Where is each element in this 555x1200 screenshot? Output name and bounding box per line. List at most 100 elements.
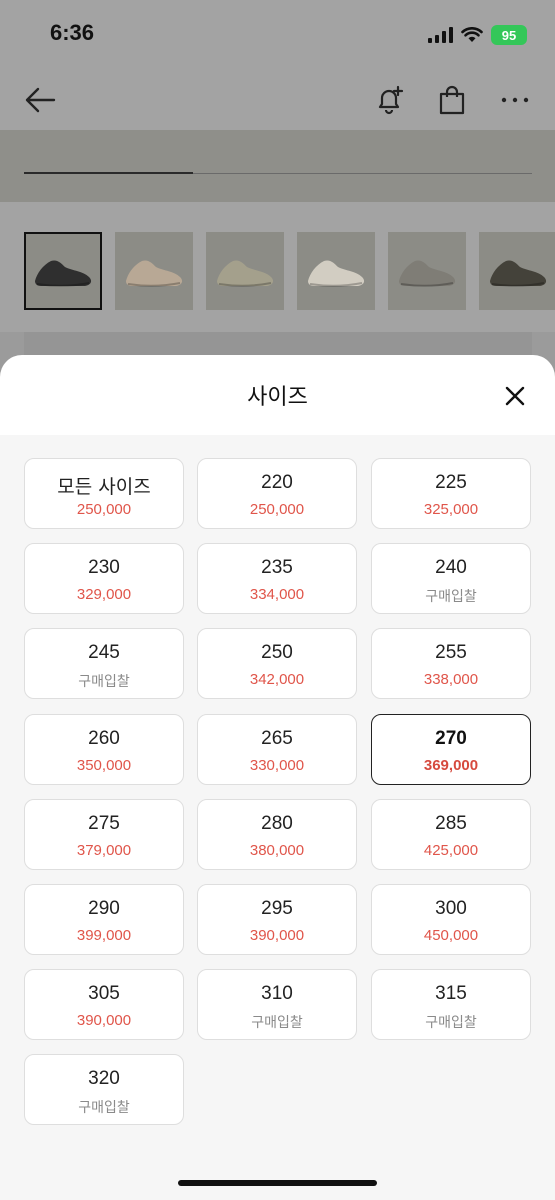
- size-label: 235: [261, 557, 293, 579]
- size-label: 315: [435, 983, 467, 1005]
- sheet-header: 사이즈: [0, 355, 555, 435]
- sheet-title: 사이즈: [247, 385, 308, 410]
- bid-status-label: 구매입찰: [251, 1015, 303, 1032]
- battery-indicator: 95: [491, 25, 527, 45]
- size-price: 390,000: [76, 1012, 132, 1030]
- size-grid: 모든 사이즈 250,000 220 250,000 225 325,000 230 329,…: [0, 435, 555, 1200]
- size-price: 250,000: [76, 501, 132, 518]
- size-price: 329,000: [76, 586, 132, 604]
- size-option[interactable]: 265 330,000: [197, 713, 357, 785]
- size-price: 369,000: [423, 756, 479, 774]
- size-price: 334,000: [249, 586, 305, 604]
- size-price: 399,000: [76, 927, 132, 944]
- size-option[interactable]: 285 425,000: [371, 798, 531, 870]
- size-label: 275: [88, 812, 120, 834]
- sneaker-icon: [490, 260, 547, 287]
- size-price: 250,000: [249, 501, 305, 518]
- size-option[interactable]: 275 379,000: [24, 798, 184, 870]
- product-image-area: [0, 130, 555, 202]
- size-label: 285: [435, 812, 467, 834]
- back-button[interactable]: [20, 80, 60, 120]
- size-price: 338,000: [423, 671, 479, 689]
- product-thumbnail[interactable]: [206, 232, 284, 310]
- navigation-bar: [0, 72, 555, 130]
- size-option[interactable]: 295 390,000: [197, 884, 357, 955]
- size-label: 305: [88, 983, 120, 1005]
- more-options-button[interactable]: [495, 80, 535, 120]
- size-option[interactable]: 255 338,000: [371, 628, 531, 700]
- product-thumbnail[interactable]: [388, 232, 466, 310]
- size-price: 350,000: [76, 756, 132, 774]
- product-thumbnail[interactable]: [297, 232, 375, 310]
- size-option[interactable]: 250 342,000: [197, 628, 357, 700]
- home-indicator: [178, 1180, 377, 1186]
- size-price: 390,000: [249, 927, 305, 944]
- shopping-bag-icon: [439, 85, 465, 115]
- sneaker-icon: [217, 260, 274, 287]
- size-option[interactable]: 220 250,000: [197, 458, 357, 529]
- sneaker-icon: [35, 260, 92, 287]
- size-option[interactable]: 245 구매입찰: [24, 628, 184, 700]
- size-option[interactable]: 260 350,000: [24, 713, 184, 785]
- sneaker-icon: [308, 260, 365, 287]
- bell-plus-icon: [378, 85, 404, 115]
- size-label: 310: [261, 983, 293, 1005]
- wifi-icon: [461, 27, 483, 42]
- size-label: 240: [435, 557, 467, 579]
- image-progress-fill: [24, 172, 193, 174]
- size-option[interactable]: 305 390,000: [24, 969, 184, 1041]
- status-icons: 95: [428, 24, 527, 46]
- size-option[interactable]: 230 329,000: [24, 543, 184, 615]
- size-price: 380,000: [249, 841, 305, 859]
- cellular-signal-icon: [428, 27, 453, 43]
- size-label: 270: [435, 727, 467, 749]
- size-label: 265: [261, 727, 293, 749]
- size-label: 320: [88, 1068, 120, 1090]
- size-label: 280: [261, 812, 293, 834]
- size-label: 260: [88, 727, 120, 749]
- sneaker-icon: [126, 260, 183, 287]
- size-label: 290: [88, 898, 120, 919]
- notification-add-button[interactable]: [370, 80, 410, 120]
- size-label: 295: [261, 898, 293, 919]
- size-label: 300: [435, 898, 467, 919]
- close-icon: [505, 386, 525, 406]
- sneaker-icon: [399, 260, 456, 287]
- size-option[interactable]: 310 구매입찰: [197, 969, 357, 1041]
- status-bar: 6:36 95: [0, 0, 555, 72]
- size-option[interactable]: 270 369,000: [371, 713, 531, 785]
- size-label: 245: [88, 642, 120, 664]
- bid-status-label: 구매입찰: [78, 1100, 130, 1117]
- product-thumbnail[interactable]: [115, 232, 193, 310]
- size-label: 250: [261, 642, 293, 664]
- close-button[interactable]: [498, 379, 532, 413]
- size-option[interactable]: 320 구매입찰: [24, 1054, 184, 1126]
- size-option[interactable]: 290 399,000: [24, 884, 184, 955]
- size-price: 450,000: [423, 927, 479, 944]
- size-option[interactable]: 300 450,000: [371, 884, 531, 955]
- size-price: 325,000: [423, 501, 479, 518]
- size-option[interactable]: 280 380,000: [197, 798, 357, 870]
- size-label: 255: [435, 642, 467, 664]
- size-label: 220: [261, 472, 293, 493]
- product-thumbnail[interactable]: [479, 232, 555, 310]
- size-option[interactable]: 225 325,000: [371, 458, 531, 529]
- size-option[interactable]: 315 구매입찰: [371, 969, 531, 1041]
- bid-status-label: 구매입찰: [425, 589, 477, 606]
- size-option-all[interactable]: 모든 사이즈 250,000: [24, 458, 184, 529]
- shopping-bag-button[interactable]: [432, 80, 472, 120]
- size-price: 330,000: [249, 756, 305, 774]
- bid-status-label: 구매입찰: [425, 1015, 477, 1032]
- more-horizontal-icon: [501, 97, 529, 103]
- size-label: 230: [88, 557, 120, 579]
- status-time: 6:36: [50, 20, 95, 45]
- size-price: 379,000: [76, 841, 132, 859]
- size-price: 342,000: [249, 671, 305, 689]
- size-label: 225: [435, 472, 467, 493]
- size-option[interactable]: 235 334,000: [197, 543, 357, 615]
- size-option[interactable]: 240 구매입찰: [371, 543, 531, 615]
- product-thumbnail[interactable]: [24, 232, 102, 310]
- arrow-left-icon: [25, 87, 56, 113]
- size-label: 모든 사이즈: [57, 476, 151, 498]
- size-price: 425,000: [423, 841, 479, 859]
